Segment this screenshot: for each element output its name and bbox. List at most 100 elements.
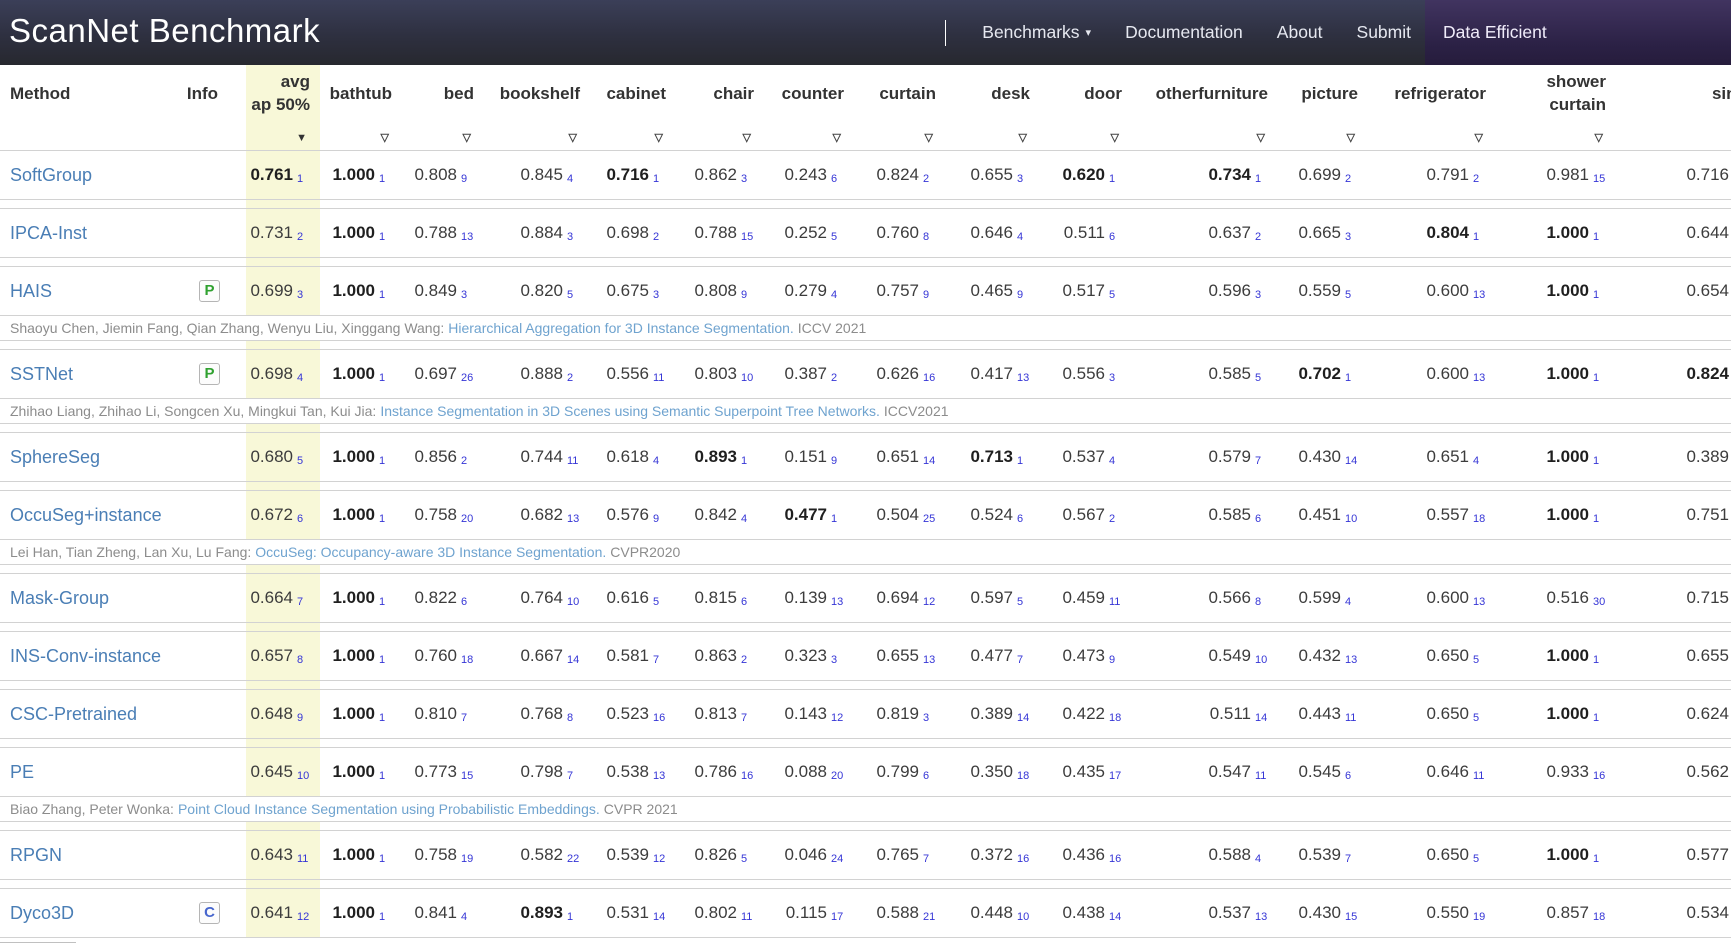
rank-subscript: 13 xyxy=(1473,596,1488,608)
method-link[interactable]: HAIS xyxy=(10,281,52,302)
header-line: avg xyxy=(281,70,310,93)
nav-item-data-efficient[interactable]: Data Efficient xyxy=(1425,0,1731,65)
score-cell-bathtub: 1.0001 xyxy=(320,632,402,680)
method-link[interactable]: RPGN xyxy=(10,845,62,866)
citation-paper-link[interactable]: Hierarchical Aggregation for 3D Instance… xyxy=(448,320,794,336)
sort-icon[interactable]: ▽ xyxy=(463,133,471,144)
sort-icon[interactable]: ▽ xyxy=(1257,133,1265,144)
column-header-door[interactable]: door ▽ xyxy=(1040,65,1132,150)
sort-icon[interactable]: ▽ xyxy=(1111,133,1119,144)
score-value: 0.597 xyxy=(970,588,1013,608)
sort-icon[interactable]: ▽ xyxy=(1347,133,1355,144)
sort-icon[interactable]: ▽ xyxy=(569,133,577,144)
column-header-sink[interactable]: sink▽ xyxy=(1616,65,1731,150)
column-header-label: showercurtain xyxy=(1496,65,1616,116)
score-cell-picture: 0.44311 xyxy=(1278,690,1368,738)
rank-subscript: 4 xyxy=(1017,231,1032,243)
score-cell-refrigerator: 0.6505 xyxy=(1368,831,1496,879)
method-link[interactable]: Mask-Group xyxy=(10,588,109,609)
score-value: 0.432 xyxy=(1298,646,1341,666)
rank-subscript: 4 xyxy=(1473,455,1488,467)
score-value: 0.760 xyxy=(414,646,457,666)
info-badge-p[interactable]: P xyxy=(199,363,220,385)
sort-icon[interactable]: ▽ xyxy=(1475,133,1483,144)
sort-descending-icon[interactable]: ▼ xyxy=(296,133,307,144)
score-value: 1.000 xyxy=(332,903,375,923)
column-header-bed[interactable]: bed▽ xyxy=(402,65,484,150)
score-cell-avg: 0.64311 xyxy=(246,831,320,879)
column-header-label: Method xyxy=(0,65,190,105)
score-value: 0.757 xyxy=(876,281,919,301)
score-cell-bathtub: 1.0001 xyxy=(320,574,402,622)
column-header-shower_curtain[interactable]: showercurtain ▽ xyxy=(1496,65,1616,150)
score-cell-picture: 0.7021 xyxy=(1278,350,1368,398)
score-value: 0.252 xyxy=(784,223,827,243)
info-cell xyxy=(190,209,246,257)
method-link[interactable]: Dyco3D xyxy=(10,903,74,924)
sort-icon[interactable]: ▽ xyxy=(381,133,389,144)
info-badge-c[interactable]: C xyxy=(199,902,220,924)
score-cell-picture: 0.43015 xyxy=(1278,889,1368,937)
score-cell-avg: 0.7611 xyxy=(246,151,320,199)
column-header-label: avgap 50% xyxy=(246,65,320,116)
column-header-label: counter xyxy=(764,65,854,105)
rank-subscript: 1 xyxy=(567,911,582,923)
score-value: 0.579 xyxy=(1208,447,1251,467)
score-value: 0.600 xyxy=(1426,588,1469,608)
score-cell-bookshelf: 0.74411 xyxy=(484,433,590,481)
column-header-curtain[interactable]: curtain▽ xyxy=(854,65,946,150)
method-link[interactable]: PE xyxy=(10,762,34,783)
column-header-chair[interactable]: chair▽ xyxy=(676,65,764,150)
info-badge-p[interactable]: P xyxy=(199,280,220,302)
column-header-bookshelf[interactable]: bookshelf▽ xyxy=(484,65,590,150)
rank-subscript: 14 xyxy=(567,654,582,666)
column-header-picture[interactable]: picture▽ xyxy=(1278,65,1368,150)
sort-icon[interactable]: ▽ xyxy=(925,133,933,144)
method-link[interactable]: IPCA-Inst xyxy=(10,223,87,244)
sort-icon[interactable]: ▽ xyxy=(1019,133,1027,144)
column-header-avg[interactable]: avgap 50% ▼ xyxy=(246,65,320,150)
column-header-desk[interactable]: desk▽ xyxy=(946,65,1040,150)
method-link[interactable]: CSC-Pretrained xyxy=(10,704,137,725)
sort-icon[interactable]: ▽ xyxy=(655,133,663,144)
rank-subscript: 1 xyxy=(1255,173,1270,185)
rank-subscript: 13 xyxy=(1473,289,1488,301)
citation-paper-link[interactable]: OccuSeg: Occupancy-aware 3D Instance Seg… xyxy=(255,544,606,560)
score-value: 0.765 xyxy=(876,845,919,865)
rank-subscript: 16 xyxy=(1593,770,1608,782)
rank-subscript: 15 xyxy=(461,770,476,782)
citation-paper-link[interactable]: Instance Segmentation in 3D Scenes using… xyxy=(380,403,880,419)
column-header-refrigerator[interactable]: refrigerator▽ xyxy=(1368,65,1496,150)
table-row: INS-Conv-instance0.65781.00010.760180.66… xyxy=(0,631,1731,681)
method-link[interactable]: SphereSeg xyxy=(10,447,100,468)
header-line: otherfurniture xyxy=(1156,82,1268,105)
header-line: curtain xyxy=(1549,93,1606,116)
column-header-counter[interactable]: counter ▽ xyxy=(764,65,854,150)
method-link[interactable]: SSTNet xyxy=(10,364,73,385)
score-value: 0.655 xyxy=(1686,646,1729,666)
column-header-otherfurniture[interactable]: otherfurniture ▽ xyxy=(1132,65,1278,150)
score-value: 0.808 xyxy=(414,165,457,185)
header-line: door xyxy=(1084,82,1122,105)
nav-item-about[interactable]: About xyxy=(1277,22,1323,43)
rank-subscript: 19 xyxy=(1473,911,1488,923)
rank-subscript: 3 xyxy=(1255,289,1270,301)
nav-item-submit[interactable]: Submit xyxy=(1357,22,1411,43)
citation-venue: ICCV 2021 xyxy=(798,320,866,336)
column-header-cabinet[interactable]: cabinet▽ xyxy=(590,65,676,150)
score-value: 0.143 xyxy=(784,704,827,724)
rank-subscript: 1 xyxy=(379,289,394,301)
column-header-bathtub[interactable]: bathtub▽ xyxy=(320,65,402,150)
sort-icon[interactable]: ▽ xyxy=(1595,133,1603,144)
nav-item-benchmarks[interactable]: Benchmarks▾ xyxy=(982,22,1091,43)
score-cell-sink: 0.389 xyxy=(1616,433,1731,481)
nav-item-documentation[interactable]: Documentation xyxy=(1125,22,1243,43)
sort-icon[interactable]: ▽ xyxy=(833,133,841,144)
method-link[interactable]: INS-Conv-instance xyxy=(10,646,161,667)
method-link[interactable]: OccuSeg+instance xyxy=(10,505,162,526)
rank-subscript: 17 xyxy=(831,911,846,923)
sort-icon[interactable]: ▽ xyxy=(743,133,751,144)
citation-paper-link[interactable]: Point Cloud Instance Segmentation using … xyxy=(178,801,600,817)
score-value: 0.665 xyxy=(1298,223,1341,243)
method-link[interactable]: SoftGroup xyxy=(10,165,92,186)
